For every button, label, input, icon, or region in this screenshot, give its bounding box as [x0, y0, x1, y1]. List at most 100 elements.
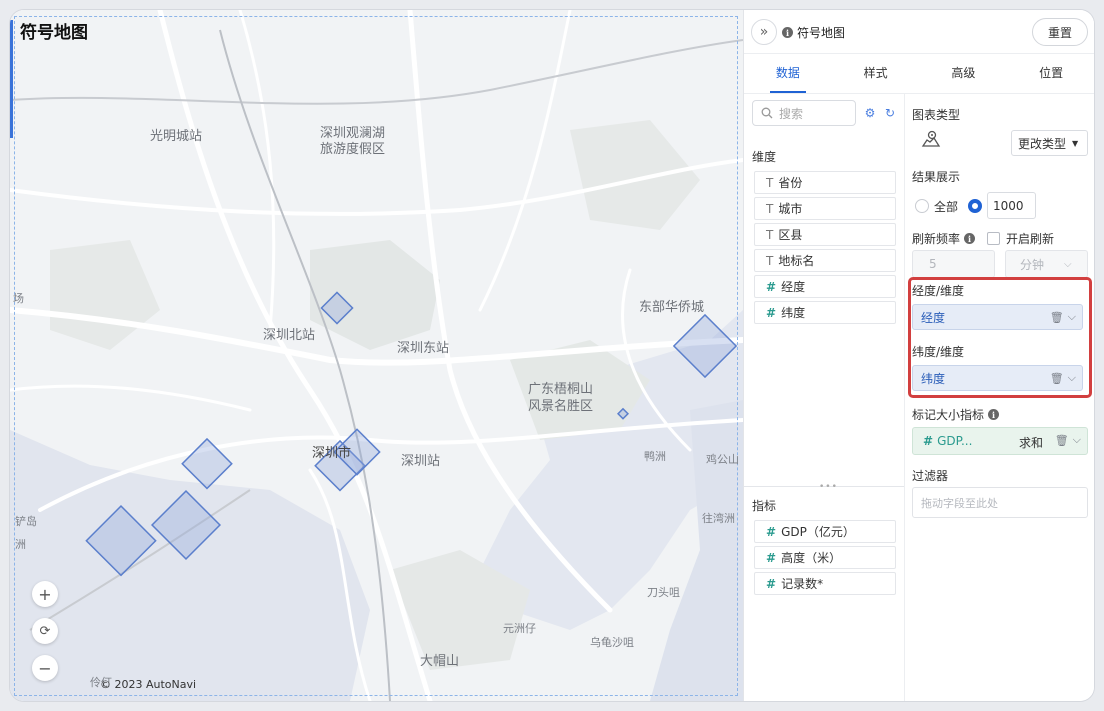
field-name: 纬度: [781, 306, 806, 320]
refresh-unit-value: 分钟: [1020, 257, 1045, 272]
map-label: 乌龟沙咀: [590, 636, 634, 649]
refresh-unit-select[interactable]: 分钟 ⌵: [1005, 250, 1088, 278]
search-placeholder: 搜索: [779, 106, 804, 121]
measure-field[interactable]: # 记录数*: [754, 572, 896, 595]
refresh-frequency-heading: 刷新频率 i: [912, 230, 976, 247]
refresh-frequency-label: 刷新频率: [912, 232, 961, 246]
field-name: 地标名: [778, 254, 815, 268]
map-background: [10, 10, 743, 701]
app-frame: 符号地图 光明城站 深圳观澜湖 旅游度假区 东部华侨城 深圳北站 深圳东站 广东…: [10, 10, 1094, 701]
longitude-field-pill: 经度: [921, 310, 946, 325]
chart-type-heading: 图表类型: [912, 108, 961, 122]
map-label: 元洲仔: [503, 622, 536, 635]
map-label: 深圳站: [401, 454, 441, 469]
chevron-down-icon[interactable]: ⌵: [1073, 433, 1081, 447]
field-search-input[interactable]: 搜索: [752, 100, 856, 126]
map-label: 场: [13, 292, 24, 305]
marker-size-field-pill: GDP...: [937, 434, 973, 448]
info-icon[interactable]: i: [988, 409, 1000, 420]
chevron-down-icon[interactable]: ⌵: [1068, 310, 1076, 324]
change-type-label: 更改类型: [1018, 136, 1067, 151]
settings-icon[interactable]: ⚙: [863, 106, 877, 120]
trash-icon[interactable]: 🗑: [1050, 372, 1064, 385]
field-list: 搜索 ⚙ ↻ 维度 T 省份 T 城市 T 区县 T 地标名 # 经度 # 纬度 ••• 指…: [744, 94, 905, 701]
number-type-icon: #: [766, 576, 777, 591]
map-copyright: © 2023 AutoNavi: [100, 678, 197, 691]
dimension-field[interactable]: T 城市: [754, 197, 896, 220]
marker-size-label: 标记大小指标: [912, 408, 985, 422]
config-panel: » i 符号地图 重置 数据 样式 高级 位置 搜索 ⚙ ↻ 维度 T 省份 T…: [743, 10, 1094, 701]
number-type-icon: #: [766, 550, 777, 565]
text-type-icon: T: [766, 201, 774, 216]
tab-position[interactable]: 位置: [1007, 56, 1094, 93]
map-label: 风景名胜区: [528, 399, 594, 414]
map-label: 刀头咀: [647, 586, 680, 599]
filter-drop-zone[interactable]: 拖动字段至此处: [912, 487, 1088, 518]
field-name: GDP（亿元）: [781, 525, 855, 539]
filter-heading: 过滤器: [912, 469, 949, 483]
field-name: 高度（米）: [781, 551, 842, 565]
collapse-panel-button[interactable]: »: [751, 19, 777, 45]
text-type-icon: T: [766, 175, 774, 190]
panel-header: » i 符号地图 重置: [744, 10, 1094, 54]
tab-advanced[interactable]: 高级: [920, 56, 1008, 93]
map-canvas[interactable]: 符号地图 光明城站 深圳观澜湖 旅游度假区 东部华侨城 深圳北站 深圳东站 广东…: [10, 10, 743, 701]
map-label: 深圳东站: [397, 341, 450, 356]
dimension-field[interactable]: T 区县: [754, 223, 896, 246]
map-label: 深圳观澜湖: [320, 126, 386, 141]
result-display-heading: 结果展示: [912, 170, 961, 184]
field-name: 省份: [778, 176, 803, 190]
zoom-out-button[interactable]: −: [32, 655, 58, 681]
measure-field[interactable]: # 高度（米）: [754, 546, 896, 569]
dimension-field[interactable]: T 省份: [754, 171, 896, 194]
refresh-icon[interactable]: ↻: [883, 106, 897, 120]
measure-field[interactable]: # GDP（亿元）: [754, 520, 896, 543]
panel-title-text: 符号地图: [797, 26, 846, 40]
longitude-slot[interactable]: 经度 🗑 ⌵: [912, 304, 1083, 330]
refresh-interval-input[interactable]: 5: [912, 250, 995, 278]
tab-data[interactable]: 数据: [744, 56, 832, 93]
map-label: 深圳市: [312, 446, 352, 461]
auto-refresh-label: 开启刷新: [1006, 232, 1055, 246]
trash-icon[interactable]: 🗑: [1055, 434, 1069, 447]
dimensions-heading: 维度: [752, 150, 777, 164]
map-label: 东部华侨城: [639, 300, 705, 315]
map-selection-accent: [10, 20, 13, 138]
text-type-icon: T: [766, 253, 774, 268]
info-icon[interactable]: i: [964, 233, 976, 244]
marker-size-slot[interactable]: # GDP... 求和 🗑 ⌵: [912, 427, 1088, 455]
change-chart-type-dropdown[interactable]: 更改类型 ▼: [1011, 130, 1088, 156]
radio-limit[interactable]: [968, 199, 982, 213]
auto-refresh-checkbox[interactable]: [987, 232, 1000, 245]
map-chart-icon: [921, 130, 941, 147]
number-type-icon: #: [923, 434, 934, 448]
aggregation-select[interactable]: 求和: [1019, 434, 1043, 451]
radio-all[interactable]: [915, 199, 929, 213]
search-icon: [761, 107, 773, 119]
map-label: 鸡公山: [706, 453, 739, 466]
dimension-field[interactable]: # 经度: [754, 275, 896, 298]
dimension-field[interactable]: # 纬度: [754, 301, 896, 324]
map-label: 大帽山: [420, 654, 460, 669]
chevron-down-icon[interactable]: ⌵: [1068, 371, 1076, 385]
trash-icon[interactable]: 🗑: [1050, 311, 1064, 324]
panel-title: i 符号地图: [782, 24, 845, 41]
zoom-in-button[interactable]: +: [32, 581, 58, 607]
dimension-field[interactable]: T 地标名: [754, 249, 896, 272]
chart-title: 符号地图: [20, 23, 88, 43]
latitude-slot[interactable]: 纬度 🗑 ⌵: [912, 365, 1083, 391]
field-name: 城市: [778, 202, 803, 216]
reset-button[interactable]: 重置: [1032, 18, 1088, 46]
map-label: 往湾洲: [702, 512, 735, 525]
reset-view-button[interactable]: ⟳: [32, 618, 58, 644]
drag-grip-icon[interactable]: •••: [819, 482, 838, 492]
tab-style[interactable]: 样式: [832, 56, 920, 93]
result-limit-input[interactable]: 1000: [987, 192, 1036, 219]
map-label: 鸭洲: [644, 450, 666, 463]
latitude-heading: 纬度/维度: [912, 345, 965, 359]
field-name: 记录数*: [781, 577, 824, 591]
info-icon[interactable]: i: [782, 27, 793, 38]
number-type-icon: #: [766, 305, 777, 320]
longitude-heading: 经度/维度: [912, 284, 965, 298]
caret-down-icon: ▼: [1072, 138, 1079, 148]
